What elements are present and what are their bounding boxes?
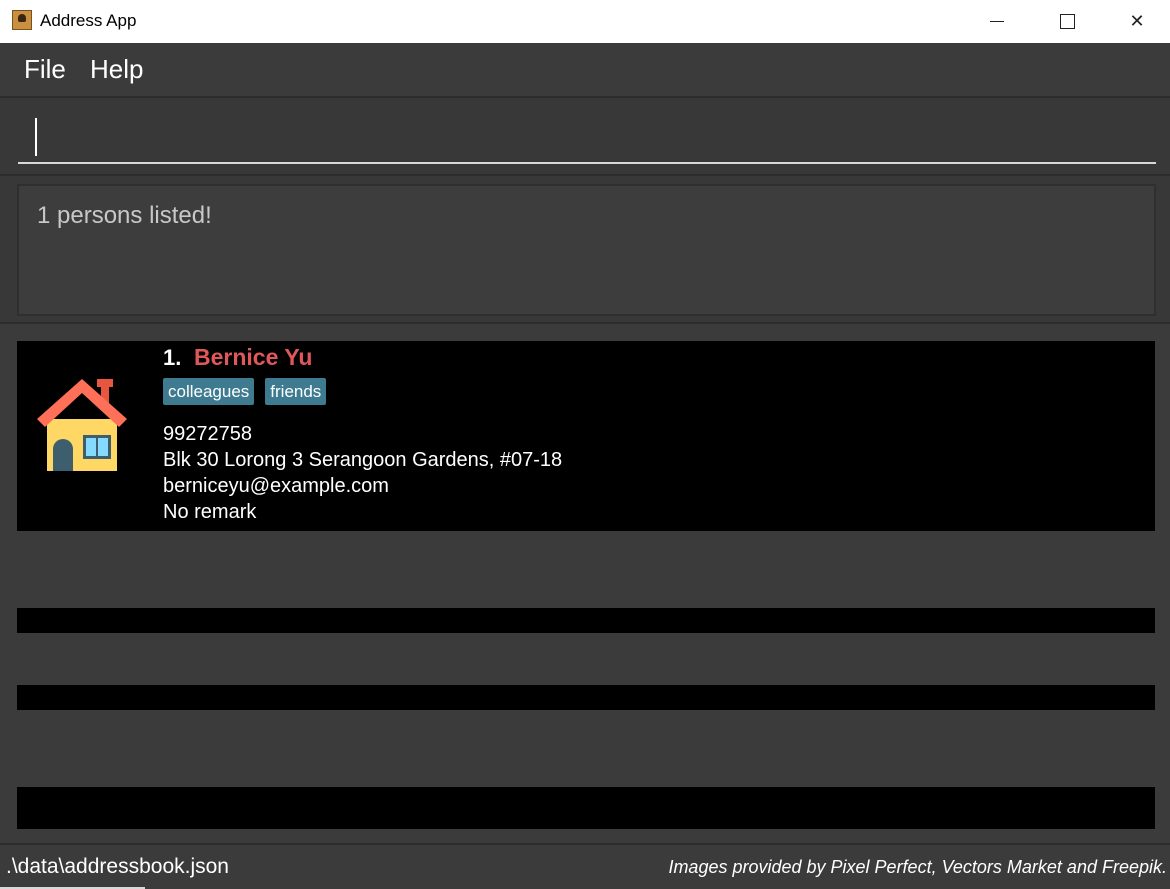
menu-file[interactable]: File (24, 53, 66, 85)
close-icon: ✕ (1129, 11, 1145, 32)
maximize-button[interactable] (1044, 0, 1090, 43)
person-address: Blk 30 Lorong 3 Serangoon Gardens, #07-1… (163, 449, 563, 471)
tag-friends: friends (265, 378, 327, 405)
person-remark: No remark (163, 501, 257, 523)
empty-list-row (17, 787, 1155, 829)
close-button[interactable]: ✕ (1114, 0, 1160, 43)
person-name: Bernice Yu (194, 344, 313, 370)
window-title: Address App (40, 11, 137, 30)
person-index: 1. (163, 345, 182, 370)
person-email: berniceyu@example.com (163, 475, 389, 497)
address-book-icon (12, 10, 32, 30)
empty-list-row (17, 685, 1155, 710)
command-box (0, 96, 1170, 174)
person-phone: 99272758 (163, 423, 252, 445)
maximize-icon (1059, 14, 1075, 29)
status-bar: .\data\addressbook.json Images provided … (0, 843, 1170, 889)
tag-list: colleagues friends (163, 378, 327, 405)
minimize-icon (990, 21, 1004, 22)
title-bar: Address App ✕ (0, 0, 1170, 43)
tag-colleagues: colleagues (163, 378, 255, 405)
menu-help[interactable]: Help (90, 53, 143, 85)
result-display-panel: 1 persons listed! (0, 174, 1170, 324)
save-location: .\data\addressbook.json (6, 855, 229, 878)
image-credits: Images provided by Pixel Perfect, Vector… (668, 857, 1167, 877)
person-card[interactable]: 1. Bernice Yu colleagues friends 9927275… (17, 341, 1155, 531)
person-list[interactable]: 1. Bernice Yu colleagues friends 9927275… (0, 324, 1170, 843)
result-message: 1 persons listed! (37, 202, 212, 229)
house-icon (37, 379, 127, 471)
command-input[interactable] (18, 112, 1156, 164)
minimize-button[interactable] (974, 0, 1020, 43)
text-caret (35, 118, 37, 156)
result-display: 1 persons listed! (17, 184, 1156, 316)
empty-list-row (17, 608, 1155, 633)
menu-bar: File Help (0, 43, 1170, 96)
